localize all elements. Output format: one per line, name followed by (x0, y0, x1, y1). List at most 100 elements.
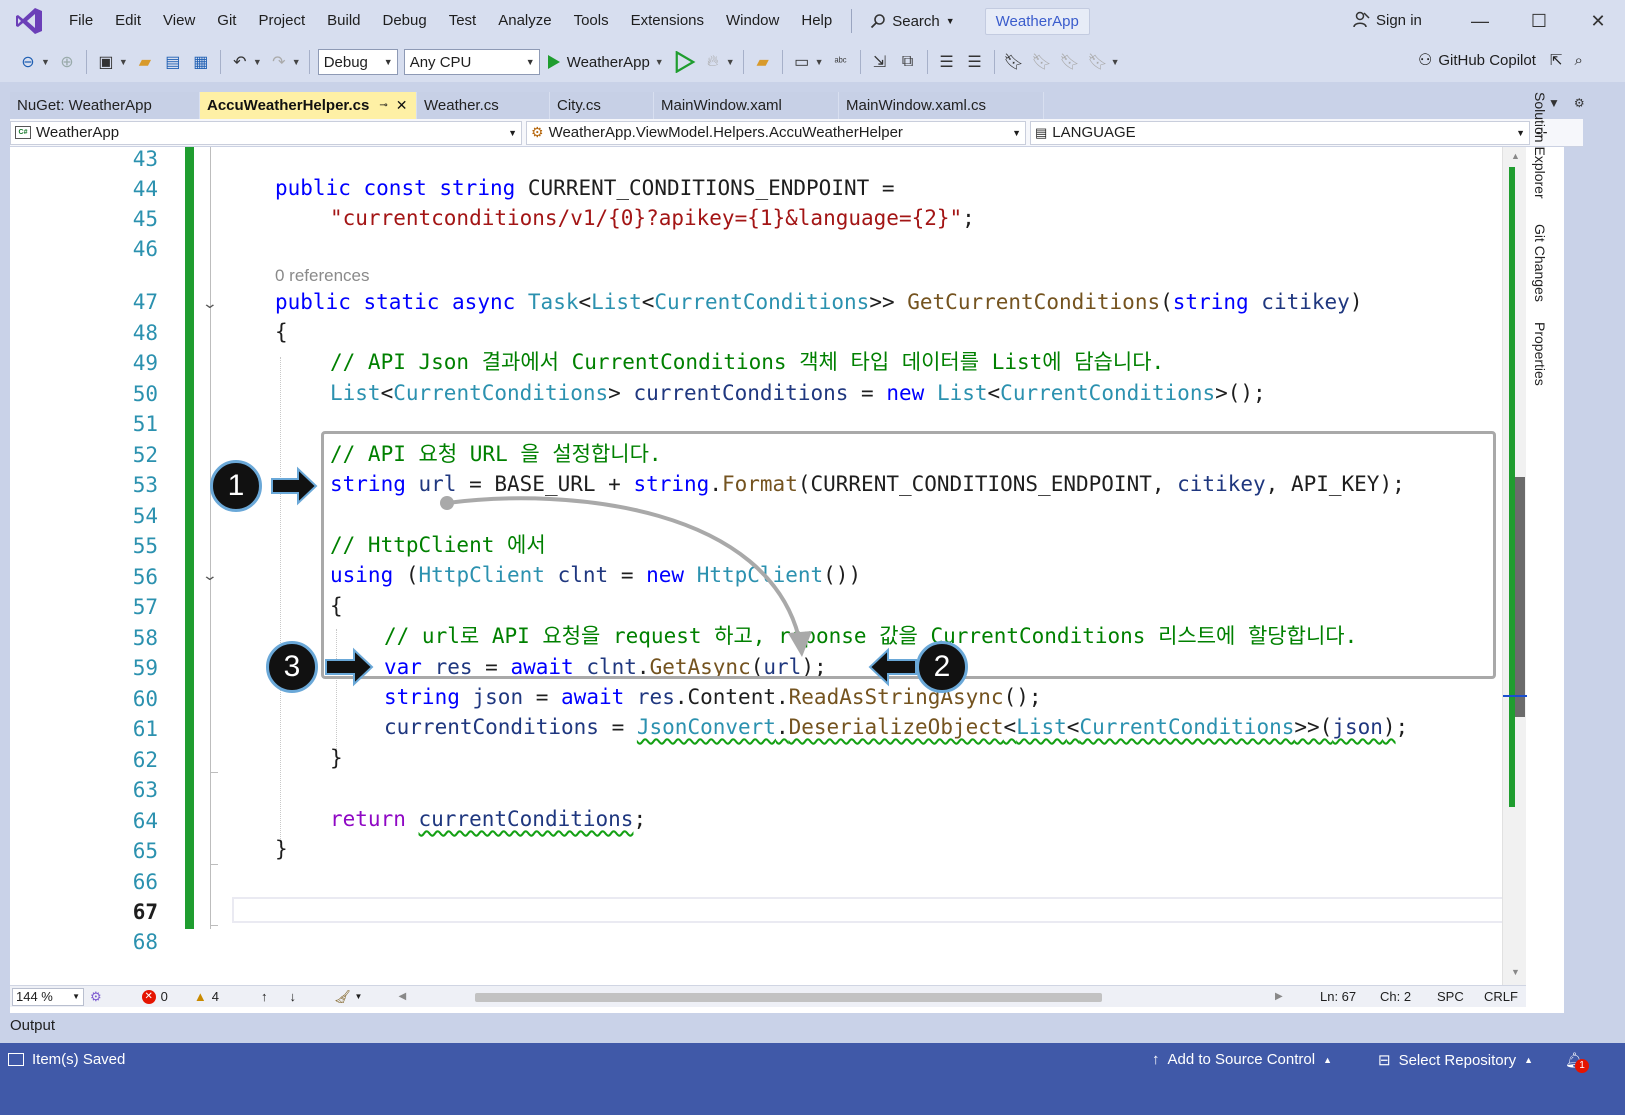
minimize-button[interactable]: — (1468, 10, 1492, 32)
github-copilot-button[interactable]: ⚇ GitHub Copilot ⇱ ⌕ (1418, 50, 1583, 70)
vertical-scrollbar[interactable]: ▲ ▼ (1502, 147, 1527, 987)
open-folder-icon[interactable]: ▰ (134, 51, 156, 73)
menu-git[interactable]: Git (206, 0, 247, 42)
menu-build[interactable]: Build (316, 0, 371, 42)
scroll-right-icon[interactable]: ▶ (1275, 991, 1283, 1002)
line-ending-indicator[interactable]: CRLF (1484, 989, 1518, 1004)
zoom-select[interactable]: 144 % ▼ (12, 987, 84, 1006)
line-indicator[interactable]: Ln: 67 (1320, 989, 1356, 1004)
save-icon[interactable]: ▤ (162, 51, 184, 73)
tab-accuweatherhelper[interactable]: AccuWeatherHelper.cs ⊸ ✕ (200, 92, 417, 119)
sign-in-button[interactable]: Sign in (1352, 11, 1422, 29)
start-without-debugging-icon[interactable] (674, 51, 696, 73)
chevron-down-icon[interactable]: ▼ (253, 57, 262, 67)
spell-check-icon[interactable]: ᵃᵇᶜ (830, 51, 852, 73)
settings-gear-icon[interactable]: ⚙ (1574, 96, 1585, 110)
toolbar-separator (781, 50, 783, 74)
clear-bookmarks-icon[interactable]: 🔖︎ (1087, 51, 1109, 73)
menu-analyze[interactable]: Analyze (487, 0, 562, 42)
project-dropdown[interactable]: C# WeatherApp ▼ (10, 120, 522, 145)
intellicode-icon[interactable]: ⚙ (90, 989, 102, 1005)
code-cleanup-icon[interactable]: 🧹︎ (334, 989, 351, 1005)
previous-issue-icon[interactable]: ↑ (261, 989, 268, 1004)
indent-icon[interactable]: ☰ (964, 51, 986, 73)
menu-file[interactable]: File (58, 0, 104, 42)
solution-explorer-tab[interactable]: Solution Explorer (1532, 92, 1548, 199)
menu-edit[interactable]: Edit (104, 0, 152, 42)
menu-view[interactable]: View (152, 0, 206, 42)
menu-extensions[interactable]: Extensions (620, 0, 715, 42)
annotation-badge-3: 3 (266, 641, 318, 693)
redo-icon[interactable]: ↷ (268, 51, 290, 73)
next-bookmark-icon[interactable]: 🔖︎ (1059, 51, 1081, 73)
select-repository-button[interactable]: ⊟ Select Repository ▲ (1378, 1051, 1533, 1070)
chevron-down-icon[interactable]: ▼ (292, 57, 301, 67)
properties-tab[interactable]: Properties (1532, 322, 1548, 386)
format-icon[interactable]: ⇲ (869, 51, 891, 73)
share-icon[interactable]: ⇱ (1550, 51, 1563, 69)
tab-mainwindow-xaml[interactable]: MainWindow.xaml (654, 92, 839, 119)
type-dropdown[interactable]: ⚙ WeatherApp.ViewModel.Helpers.AccuWeathe… (526, 120, 1026, 145)
column-indicator[interactable]: Ch: 2 (1380, 989, 1411, 1004)
menu-test[interactable]: Test (438, 0, 488, 42)
hot-reload-icon[interactable]: 🔥︎ (702, 51, 724, 73)
tab-weather-cs[interactable]: Weather.cs (417, 92, 550, 119)
chevron-down-icon[interactable]: ▼ (1111, 57, 1120, 67)
next-issue-icon[interactable]: ↓ (290, 989, 297, 1004)
platform-select[interactable]: Any CPU ▼ (403, 49, 540, 75)
maximize-button[interactable]: ☐ (1527, 10, 1551, 32)
error-count: 0 (160, 989, 168, 1004)
search-button[interactable]: Search ▼ (860, 13, 964, 30)
copy-format-icon[interactable]: ⧉ (897, 51, 919, 73)
chevron-down-icon[interactable]: ▼ (815, 57, 824, 67)
notifications-button[interactable]: 🔔︎ 1 (1565, 1051, 1589, 1073)
warnings-indicator[interactable]: ▲ 4 (194, 989, 219, 1004)
save-all-icon[interactable]: ▦ (190, 51, 212, 73)
previous-bookmark-icon[interactable]: 🔖︎ (1031, 51, 1053, 73)
account-icon (1353, 11, 1370, 28)
folder-view-icon[interactable]: ▰ (752, 51, 774, 73)
undo-icon[interactable]: ↶ (229, 51, 251, 73)
status-message: Item(s) Saved (8, 1051, 125, 1068)
menu-tools[interactable]: Tools (563, 0, 620, 42)
tab-city-cs[interactable]: City.cs (550, 92, 654, 119)
new-project-icon[interactable]: ▣ (95, 51, 117, 73)
bookmark-icon[interactable]: 🔖︎ (1003, 51, 1025, 73)
menu-help[interactable]: Help (790, 0, 843, 42)
chevron-down-icon[interactable]: ▼ (726, 57, 735, 67)
output-panel-tab[interactable]: Output (0, 1013, 1625, 1041)
feedback-icon[interactable]: ⌕ (1574, 52, 1582, 69)
git-changes-tab[interactable]: Git Changes (1532, 224, 1548, 302)
horizontal-scrollbar[interactable] (475, 993, 1102, 1002)
layout-icon[interactable]: ▭ (791, 51, 813, 73)
pin-icon[interactable]: ⊸ (379, 100, 387, 111)
close-icon[interactable]: ✕ (396, 97, 408, 114)
start-debugging-button[interactable]: WeatherApp ▼ (547, 54, 667, 71)
scroll-down-icon[interactable]: ▼ (1511, 967, 1520, 977)
menu-window[interactable]: Window (715, 0, 790, 42)
menu-project[interactable]: Project (247, 0, 316, 42)
chevron-down-icon: ▼ (72, 992, 80, 1001)
chevron-down-icon: ▼ (654, 57, 664, 67)
visual-studio-logo-icon[interactable] (14, 6, 44, 36)
code-editor[interactable]: 43 44 45 46 47 48 49 50 51 52 53 54 55 5… (10, 147, 1564, 1025)
scroll-thumb[interactable] (1515, 477, 1525, 717)
tab-nuget-weatherapp[interactable]: NuGet: WeatherApp (10, 92, 200, 119)
close-window-button[interactable]: ✕ (1586, 10, 1610, 32)
errors-indicator[interactable]: ✕ 0 (141, 989, 168, 1004)
chevron-down-icon[interactable]: ▼ (119, 57, 128, 67)
configuration-select[interactable]: Debug ▼ (317, 49, 398, 75)
tab-mainwindow-xaml-cs[interactable]: MainWindow.xaml.cs (839, 92, 1044, 119)
menu-debug[interactable]: Debug (372, 0, 438, 42)
navigate-back-icon[interactable]: ⊖ (17, 51, 39, 73)
add-to-source-control-button[interactable]: ↑ Add to Source Control ▲ (1152, 1051, 1332, 1068)
scroll-left-icon[interactable]: ◀ (398, 991, 406, 1002)
repository-icon: ⊟ (1378, 1052, 1391, 1069)
member-dropdown[interactable]: ▤ LANGUAGE ▼ (1030, 120, 1530, 145)
navigate-forward-icon[interactable]: ⊕ (56, 51, 78, 73)
scroll-up-icon[interactable]: ▲ (1511, 151, 1520, 161)
whitespace-indicator[interactable]: SPC (1437, 989, 1464, 1004)
outdent-icon[interactable]: ☰ (936, 51, 958, 73)
chevron-down-icon[interactable]: ▼ (355, 992, 363, 1001)
chevron-down-icon[interactable]: ▼ (41, 57, 50, 67)
